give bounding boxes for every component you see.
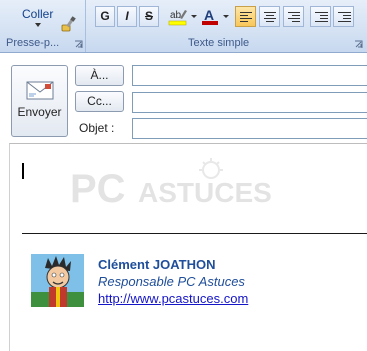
envelope-icon [26, 81, 54, 100]
italic-button[interactable]: I [117, 6, 137, 27]
cc-field[interactable] [132, 92, 367, 113]
format-painter-icon[interactable] [61, 16, 77, 32]
font-color-dropdown-icon[interactable] [223, 15, 229, 18]
subject-label: Objet : [79, 121, 115, 135]
font-color-icon[interactable]: A [201, 6, 219, 26]
svg-text:A: A [204, 7, 214, 23]
signature-link[interactable]: http://www.pcastuces.com [98, 291, 248, 306]
decrease-indent-button[interactable] [310, 6, 331, 27]
basic-text-dialog-launcher-icon[interactable] [354, 40, 363, 49]
to-button[interactable]: À... [75, 65, 124, 86]
highlight-dropdown-icon[interactable] [191, 15, 197, 18]
send-button[interactable]: Envoyer [11, 65, 68, 137]
signature-name: Clément JOATHON [98, 257, 216, 272]
svg-text:PC: PC [70, 167, 126, 211]
text-cursor [22, 163, 24, 179]
paste-dropdown-icon[interactable] [35, 23, 41, 27]
send-button-label: Envoyer [17, 105, 62, 119]
to-field[interactable] [132, 65, 367, 86]
watermark-logo: PC ASTUCES [70, 158, 272, 211]
cc-button[interactable]: Cc... [75, 91, 124, 112]
align-left-button[interactable] [235, 6, 256, 27]
align-right-button[interactable] [283, 6, 304, 27]
signature-avatar [31, 254, 84, 307]
subject-field[interactable] [132, 118, 367, 139]
paste-button[interactable]: Coller [22, 7, 53, 21]
clipboard-group: Coller Presse-p... [0, 0, 86, 52]
clipboard-group-label: Presse-p... [6, 37, 60, 49]
strikethrough-button[interactable]: S [139, 6, 159, 27]
svg-text:ab: ab [170, 10, 182, 21]
svg-text:ASTUCES: ASTUCES [138, 177, 272, 208]
signature-role: Responsable PC Astuces [98, 274, 245, 289]
highlight-icon[interactable]: ab [168, 6, 188, 26]
bold-button[interactable]: G [95, 6, 115, 27]
basic-text-group-label: Texte simple [188, 37, 250, 49]
clipboard-dialog-launcher-icon[interactable] [74, 40, 83, 49]
basic-text-group: G I S ab A Texte simple [88, 0, 367, 52]
increase-indent-button[interactable] [333, 6, 354, 27]
ribbon: Coller Presse-p... G I S ab A Texte simp… [0, 0, 367, 53]
align-center-button[interactable] [259, 6, 280, 27]
signature-separator [22, 233, 367, 234]
